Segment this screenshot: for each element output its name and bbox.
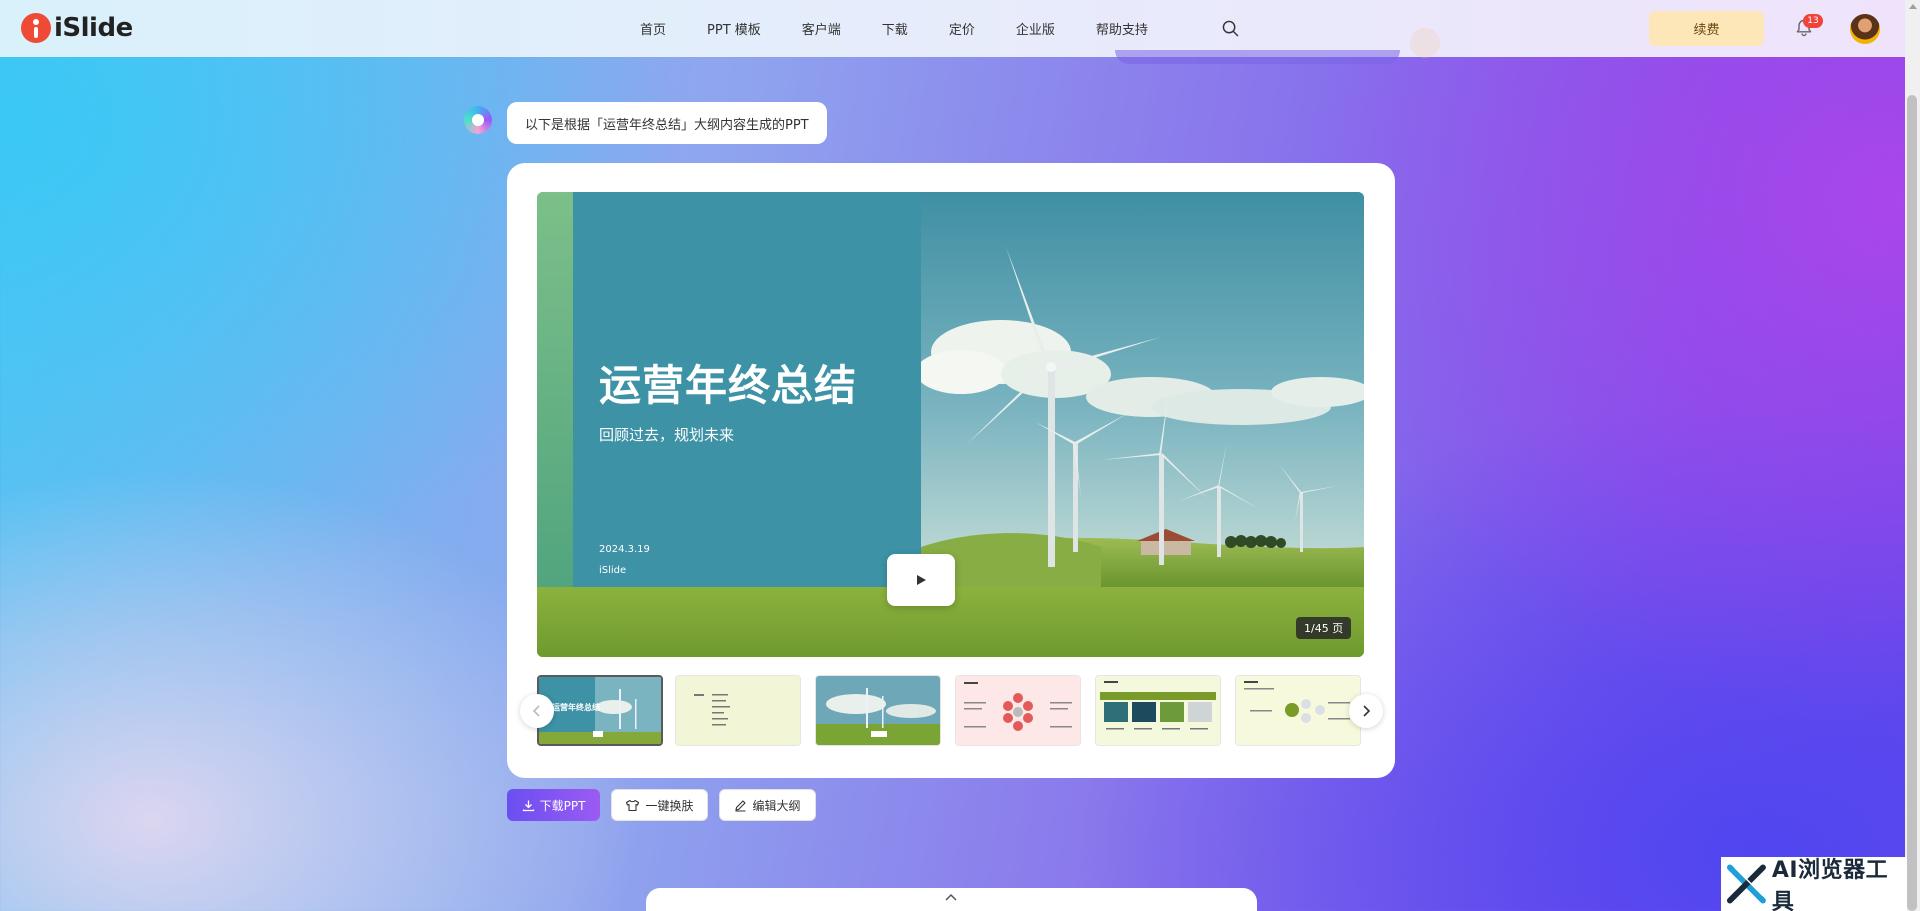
reskin-button[interactable]: 一键换肤 bbox=[611, 789, 708, 821]
thumbnail-strip: 运营年终总结 bbox=[520, 675, 1383, 747]
thumbnail-slide-4[interactable] bbox=[955, 675, 1081, 746]
site-logo[interactable]: iSlide bbox=[21, 13, 133, 43]
edit-outline-button[interactable]: 编辑大纲 bbox=[719, 789, 816, 821]
chevron-up-icon[interactable] bbox=[944, 893, 958, 901]
nav-item-label: PPT 模板 bbox=[707, 23, 761, 38]
ppt-preview-card: 运营年终总结 回顾过去，规划未来 2024.3.19 iSlide 1/45 页… bbox=[507, 163, 1395, 778]
nav-item-ppt-templates[interactable]: PPT 模板 bbox=[707, 19, 761, 38]
assistant-message-bubble: 以下是根据「运营年终总结」大纲内容生成的PPT bbox=[507, 102, 827, 144]
thumbnail-prev-button[interactable] bbox=[520, 694, 554, 728]
nav-item-client[interactable]: 客户端 bbox=[802, 19, 841, 38]
download-ppt-label: 下载PPT bbox=[539, 798, 586, 813]
user-avatar[interactable] bbox=[1850, 14, 1880, 44]
thumbnail-next-button[interactable] bbox=[1349, 694, 1383, 728]
notification-badge: 13 bbox=[1803, 14, 1823, 28]
ai-assistant-avatar-icon bbox=[464, 106, 492, 134]
scrollbar-thumb[interactable] bbox=[1907, 95, 1917, 911]
play-slideshow-button[interactable] bbox=[887, 554, 955, 606]
watermark: AI浏览器工具 bbox=[1721, 857, 1907, 911]
renew-button[interactable]: 续费 bbox=[1649, 11, 1764, 46]
download-ppt-button[interactable]: 下载PPT bbox=[507, 789, 600, 821]
thumbnail-icon-diagram-preview bbox=[1236, 676, 1360, 745]
nav-item-home[interactable]: 首页 bbox=[640, 19, 666, 38]
thumbnail-text-preview bbox=[676, 676, 800, 745]
page-indicator-badge: 1/45 页 bbox=[1296, 617, 1352, 639]
assistant-message-text: 以下是根据「运营年终总结」大纲内容生成的PPT bbox=[525, 117, 809, 133]
slide-preview[interactable]: 运营年终总结 回顾过去，规划未来 2024.3.19 iSlide 1/45 页 bbox=[537, 192, 1364, 657]
slide-title: 运营年终总结 bbox=[599, 361, 858, 410]
thumbnail-slide-2[interactable] bbox=[675, 675, 801, 746]
slide-author: iSlide bbox=[599, 565, 627, 576]
wind-turbine-photo bbox=[921, 192, 1364, 587]
watermark-x-logo-icon bbox=[1726, 864, 1766, 904]
shirt-icon bbox=[626, 799, 640, 811]
play-icon bbox=[917, 575, 926, 585]
download-icon bbox=[522, 800, 534, 811]
reskin-label: 一键换肤 bbox=[645, 798, 694, 813]
search-icon[interactable] bbox=[1222, 20, 1239, 37]
nav-item-pricing[interactable]: 定价 bbox=[949, 19, 975, 38]
thumbnail-photo-preview bbox=[816, 676, 940, 745]
background-decoration bbox=[1115, 50, 1400, 64]
thumbnail-image-grid-preview bbox=[1096, 676, 1220, 745]
nav-item-enterprise[interactable]: 企业版 bbox=[1016, 19, 1055, 38]
slide-subtitle: 回顾过去，规划未来 bbox=[599, 426, 735, 444]
thumbnail-slide-3[interactable] bbox=[815, 675, 941, 746]
nav-item-help[interactable]: 帮助支持 bbox=[1096, 19, 1148, 38]
background-decoration bbox=[1410, 28, 1440, 58]
chevron-left-icon bbox=[532, 705, 540, 717]
thumbnail-diagram-preview bbox=[956, 676, 1080, 745]
logo-text: iSlide bbox=[54, 13, 133, 43]
edit-pencil-icon bbox=[735, 799, 747, 812]
edit-outline-label: 编辑大纲 bbox=[752, 798, 801, 813]
nav-item-download[interactable]: 下载 bbox=[882, 19, 908, 38]
thumbnail-slide-6[interactable] bbox=[1235, 675, 1361, 746]
thumbnail-cover-title: 运营年终总结 bbox=[552, 703, 600, 712]
main-nav: 首页 PPT 模板 客户端 下载 定价 企业版 帮助支持 bbox=[640, 0, 1189, 57]
watermark-text: AI浏览器工具 bbox=[1771, 858, 1889, 911]
chevron-right-icon bbox=[1363, 705, 1371, 717]
islide-logo-icon bbox=[21, 13, 51, 43]
slide-date: 2024.3.19 bbox=[599, 544, 650, 555]
scroll-up-arrow-icon[interactable] bbox=[1909, 4, 1917, 9]
thumbnail-slide-1[interactable]: 运营年终总结 bbox=[537, 675, 663, 746]
top-navigation-bar: iSlide 首页 PPT 模板 客户端 下载 定价 企业版 帮助支持 续费 1… bbox=[0, 0, 1905, 57]
thumbnail-slide-5[interactable] bbox=[1095, 675, 1221, 746]
